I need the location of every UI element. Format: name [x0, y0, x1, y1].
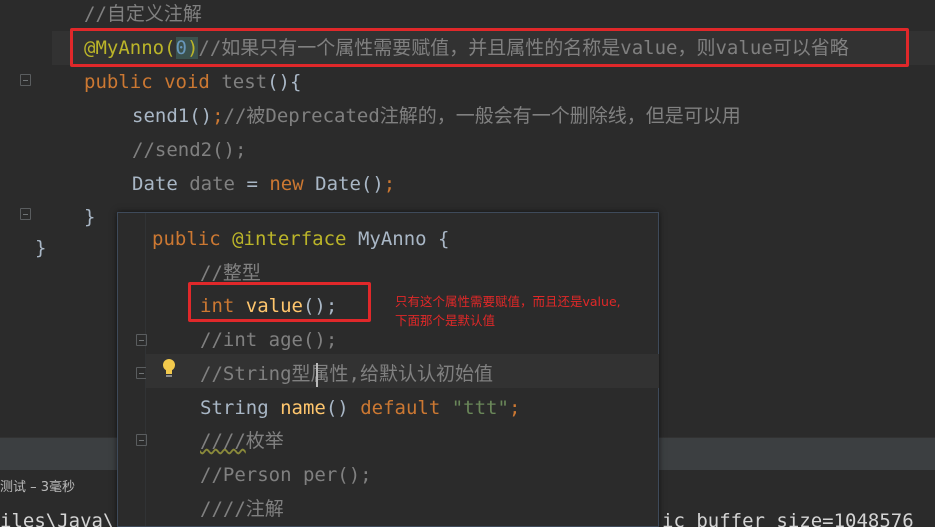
type-date: Date	[132, 173, 178, 195]
keyword-default: default	[360, 397, 441, 419]
popup-annotation-comment: ////注解	[200, 498, 284, 520]
date-ctor: Date()	[315, 173, 384, 195]
console-text-left: iles\Java\	[0, 510, 115, 527]
note-line-2: 下面那个是默认值	[395, 313, 496, 328]
semicolon: ;	[508, 397, 521, 419]
editor-gutter	[0, 0, 52, 437]
code-line-close-class: }	[35, 237, 47, 259]
string-literal: "ttt"	[451, 397, 509, 419]
method-name: name	[280, 397, 326, 419]
method-paren: ()	[325, 397, 349, 419]
method-name: test	[221, 71, 268, 93]
keyword-void: void	[164, 71, 210, 93]
highlight-box	[188, 282, 371, 322]
popup-enum-comment: ////枚举	[200, 424, 284, 458]
semicolon: ;	[383, 173, 396, 195]
semicolon: ;	[212, 105, 224, 127]
lightbulb-icon[interactable]	[161, 357, 177, 379]
popup-person-comment: //Person per();	[200, 464, 372, 486]
keyword-public: public	[84, 71, 153, 93]
keyword-new: new	[269, 173, 304, 195]
interface-annotation: @interface	[232, 228, 347, 250]
code-line-send2: //send2();	[132, 139, 247, 161]
fold-marker-icon[interactable]	[136, 334, 147, 346]
enum-comment-text: 枚举	[245, 430, 284, 452]
fold-marker-icon[interactable]	[20, 208, 31, 220]
note-line-1: 只有这个属性需要赋值，而且还是value,	[395, 294, 621, 309]
type-string: String	[200, 397, 269, 419]
console-text-right: ic buffer size=1048576	[662, 510, 914, 527]
send1-call: send1()	[132, 105, 213, 127]
popup-string-comment: //String型属性,给默认认初始值	[200, 363, 493, 385]
code-line-comment: //自定义注解	[84, 3, 202, 25]
code-line-method: public void test(){	[84, 65, 301, 99]
popup-gutter	[118, 213, 147, 526]
brace: {	[438, 228, 450, 250]
keyword-public: public	[152, 228, 221, 250]
var-date: date	[189, 173, 235, 195]
run-tab-label[interactable]: 测试 – 3毫秒	[0, 478, 75, 498]
fold-marker-icon[interactable]	[136, 434, 147, 446]
send1-comment: //被Deprecated注解的，一般会有一个删除线，但是可以用	[223, 105, 741, 127]
highlight-box	[70, 28, 909, 67]
annotation-note: 只有这个属性需要赋值，而且还是value, 下面那个是默认值	[395, 292, 621, 330]
code-line-date: Date date = new Date();	[132, 167, 395, 201]
text-caret	[316, 363, 318, 387]
method-paren: (){	[267, 71, 302, 93]
popup-age-comment: //int age();	[200, 329, 338, 351]
quick-definition-popup[interactable]: public @interface MyAnno { //整型 int valu…	[117, 212, 659, 527]
code-line-close-method: }	[84, 206, 96, 228]
code-line-send1: send1();//被Deprecated注解的，一般会有一个删除线，但是可以用	[132, 99, 741, 133]
annotation-name: MyAnno	[357, 228, 427, 250]
popup-header-line: public @interface MyAnno {	[152, 222, 449, 256]
equals: =	[246, 173, 258, 195]
popup-string-line: String name() default "ttt";	[200, 391, 520, 425]
fold-marker-icon[interactable]	[20, 74, 31, 86]
enum-comment-prefix: ////	[200, 430, 246, 452]
